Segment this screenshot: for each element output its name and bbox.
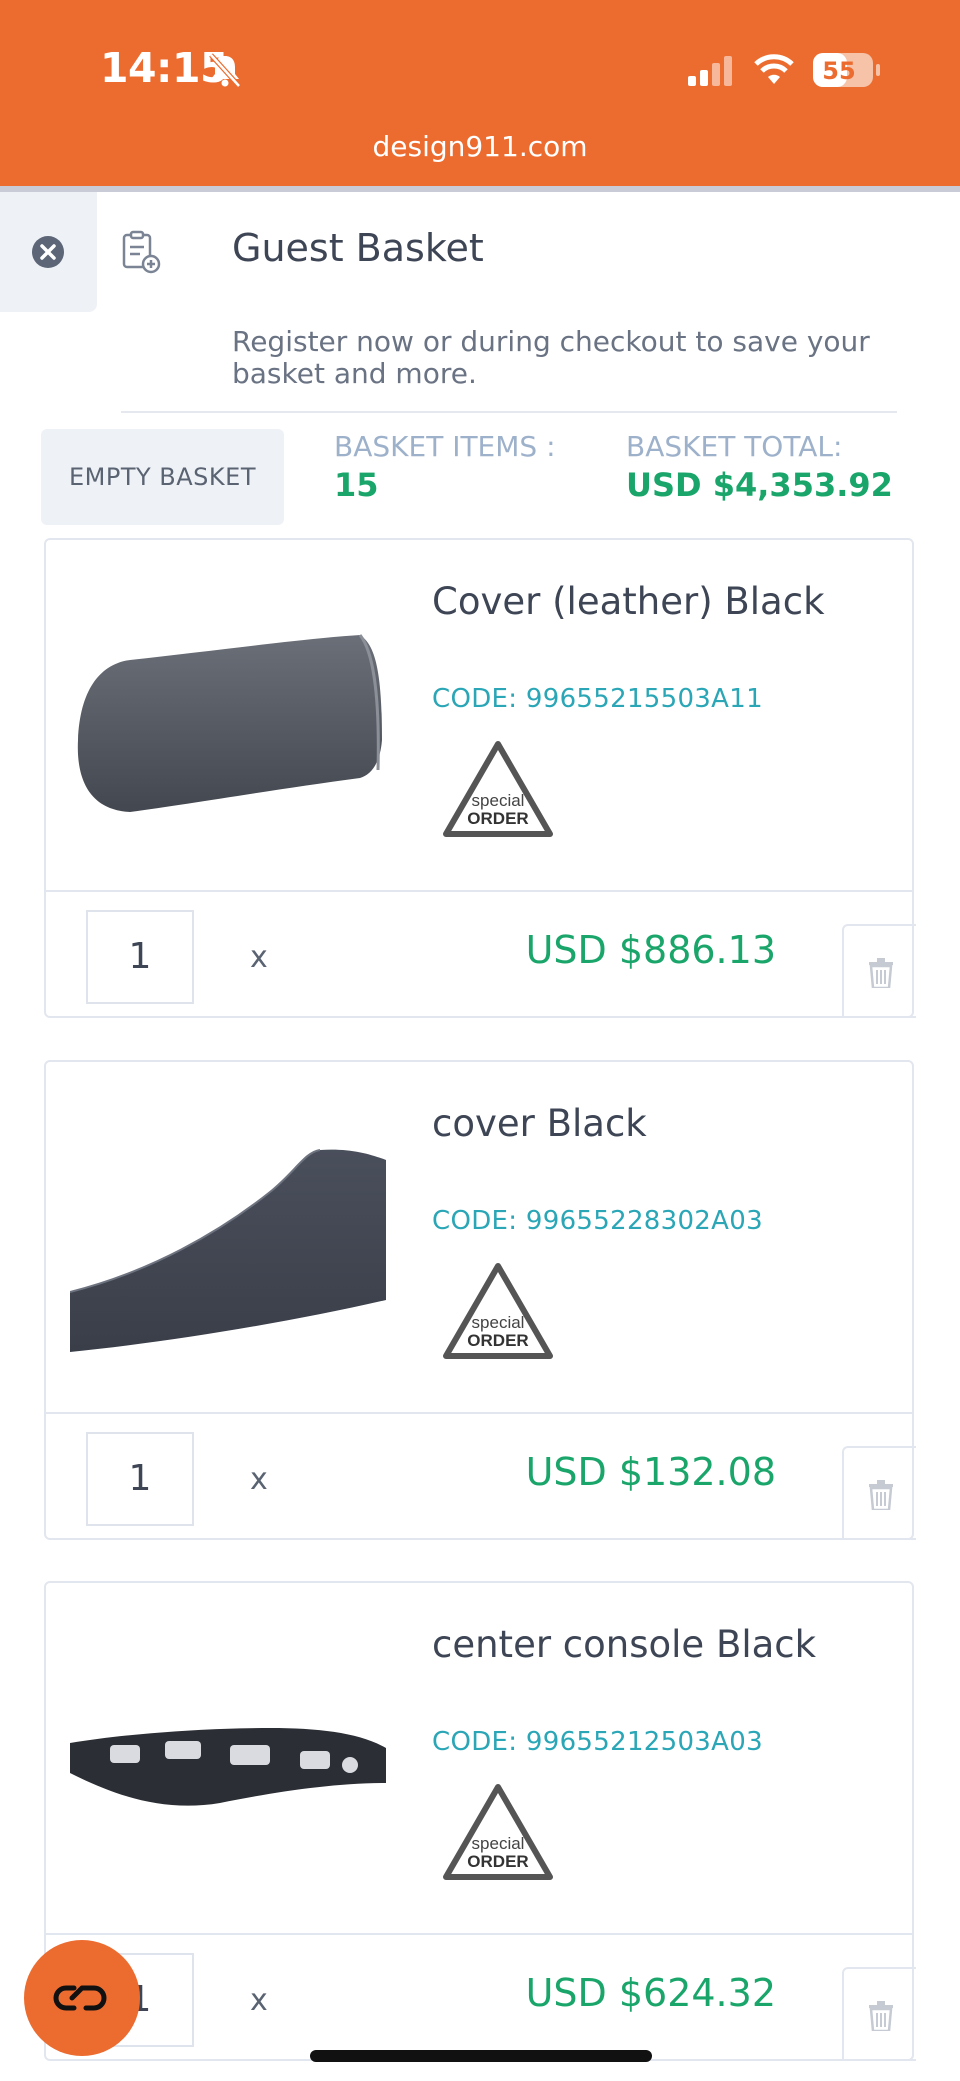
item-price: USD $886.13 [525, 928, 776, 972]
svg-text:ORDER: ORDER [467, 1331, 528, 1350]
basket-item-card: center console Black CODE: 99655212503A0… [44, 1581, 916, 2061]
svg-text:special: special [472, 791, 525, 810]
empty-basket-button[interactable]: EMPTY BASKET [41, 429, 284, 525]
wifi-icon [754, 54, 794, 84]
close-icon [32, 236, 64, 268]
multiply-sign: x [250, 1983, 268, 2018]
signal-icon [688, 56, 732, 86]
card-divider [46, 1412, 912, 1414]
card-divider [46, 890, 912, 892]
page-title: Guest Basket [232, 226, 484, 270]
item-price: USD $132.08 [525, 1450, 776, 1494]
quantity-input[interactable]: 1 [86, 1432, 194, 1526]
trash-icon [869, 958, 893, 988]
basket-items-count: 15 [334, 466, 379, 504]
delete-item-button[interactable] [842, 1446, 916, 1540]
basket-total-label: BASKET TOTAL: [626, 430, 843, 463]
home-indicator [310, 2050, 652, 2062]
basket-items-label: BASKET ITEMS : [334, 430, 556, 463]
basket-item-card: cover Black CODE: 99655228302A03 special… [44, 1060, 916, 1540]
chat-button[interactable] [24, 1940, 140, 2056]
product-name[interactable]: Cover (leather) Black [432, 580, 825, 623]
divider [121, 411, 897, 413]
multiply-sign: x [250, 1462, 268, 1497]
card-divider [46, 1933, 912, 1935]
register-prompt: Register now or during checkout to save … [232, 325, 870, 390]
battery-level: 55 [822, 57, 856, 85]
trash-icon [869, 1480, 893, 1510]
basket-item-card: Cover (leather) Black CODE: 99655215503A… [44, 538, 916, 1018]
header-divider [0, 186, 960, 192]
product-image[interactable] [70, 1112, 386, 1362]
product-name[interactable]: cover Black [432, 1102, 647, 1145]
svg-text:special: special [472, 1834, 525, 1853]
basket-total-value: USD $4,353.92 [626, 466, 893, 504]
bell-muted-icon [209, 53, 241, 88]
special-order-badge: special ORDER [443, 741, 553, 837]
trash-icon [869, 2001, 893, 2031]
product-code: CODE: 99655228302A03 [432, 1206, 763, 1236]
chat-logo-icon [53, 1985, 107, 2011]
multiply-sign: x [250, 940, 268, 975]
delete-item-button[interactable] [842, 1967, 916, 2061]
delete-item-button[interactable] [842, 924, 916, 1018]
svg-text:special: special [472, 1313, 525, 1332]
special-order-badge: special ORDER [443, 1784, 553, 1880]
product-name[interactable]: center console Black [432, 1623, 816, 1666]
product-image[interactable] [70, 590, 386, 840]
quantity-input[interactable]: 1 [86, 910, 194, 1004]
item-price: USD $624.32 [525, 1971, 776, 2015]
close-basket-button[interactable] [0, 192, 97, 312]
product-code: CODE: 99655212503A03 [432, 1727, 763, 1757]
svg-text:ORDER: ORDER [467, 809, 528, 828]
product-image[interactable] [70, 1633, 386, 1883]
svg-text:ORDER: ORDER [467, 1852, 528, 1871]
clipboard-add-icon[interactable] [121, 230, 161, 274]
browser-url[interactable]: design911.com [0, 130, 960, 163]
status-bar: 14:15 55 design911.com [0, 0, 960, 186]
special-order-badge: special ORDER [443, 1263, 553, 1359]
product-code: CODE: 99655215503A11 [432, 684, 763, 714]
